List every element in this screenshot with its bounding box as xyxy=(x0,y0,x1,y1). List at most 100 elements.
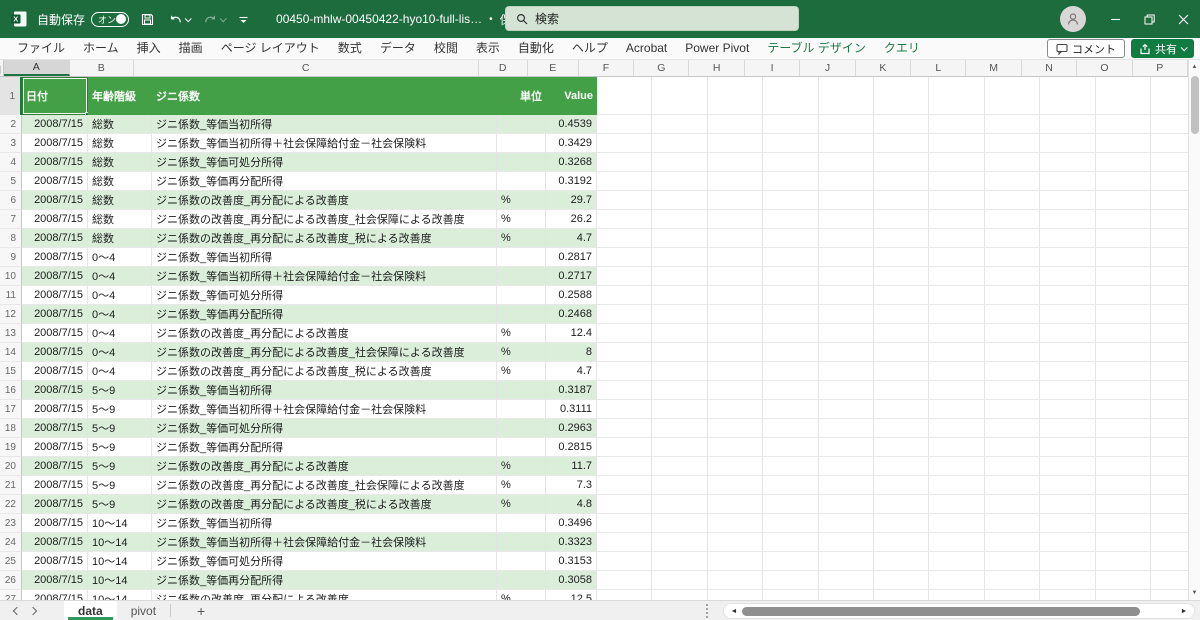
cell-empty[interactable] xyxy=(929,153,984,172)
column-header-E[interactable]: E xyxy=(528,60,579,76)
cell-empty[interactable] xyxy=(1151,514,1188,533)
cell-empty[interactable] xyxy=(652,457,707,476)
cell-empty[interactable] xyxy=(985,514,1040,533)
cell-empty[interactable] xyxy=(1151,172,1188,191)
cell-empty[interactable] xyxy=(1151,457,1188,476)
cell-age-group[interactable]: 総数 xyxy=(88,172,152,191)
cell-value[interactable]: 4.8 xyxy=(546,495,597,514)
redo-button[interactable] xyxy=(201,10,227,29)
ribbon-tab-0[interactable]: ファイル xyxy=(8,38,74,59)
cell-value[interactable]: 11.7 xyxy=(546,457,597,476)
cell-date[interactable]: 2008/7/15 xyxy=(22,229,88,248)
cell-empty[interactable] xyxy=(1096,533,1151,552)
close-button[interactable] xyxy=(1166,0,1200,38)
cell-value[interactable]: 0.3323 xyxy=(546,533,597,552)
cell-empty[interactable] xyxy=(874,77,929,115)
cell-empty[interactable] xyxy=(1151,552,1188,571)
cell-empty[interactable] xyxy=(1151,286,1188,305)
row-number[interactable]: 3 xyxy=(0,134,22,153)
cell-empty[interactable] xyxy=(985,533,1040,552)
cell-empty[interactable] xyxy=(985,248,1040,267)
cell-empty[interactable] xyxy=(929,191,984,210)
cell-empty[interactable] xyxy=(652,362,707,381)
cell-empty[interactable] xyxy=(1151,533,1188,552)
autosave-toggle[interactable]: オン xyxy=(91,12,129,27)
cell-measure[interactable]: ジニ係数_等価当初所得＋社会保障給付金－社会保険料 xyxy=(152,134,497,153)
cell-empty[interactable] xyxy=(819,495,874,514)
cell-empty[interactable] xyxy=(1151,362,1188,381)
cell-empty[interactable] xyxy=(708,115,763,134)
cell-empty[interactable] xyxy=(652,400,707,419)
cell-empty[interactable] xyxy=(597,77,652,115)
ribbon-tab-6[interactable]: データ xyxy=(371,38,425,59)
cell-empty[interactable] xyxy=(985,172,1040,191)
cell-empty[interactable] xyxy=(1040,267,1095,286)
cell-unit[interactable] xyxy=(497,153,546,172)
row-number[interactable]: 15 xyxy=(0,362,22,381)
cell-empty[interactable] xyxy=(1096,77,1151,115)
cell-age-group[interactable]: 総数 xyxy=(88,115,152,134)
ribbon-tab-3[interactable]: 描画 xyxy=(170,38,212,59)
cell-empty[interactable] xyxy=(985,267,1040,286)
cell-empty[interactable] xyxy=(708,476,763,495)
cell-age-group[interactable]: 0～4 xyxy=(88,362,152,381)
cell-empty[interactable] xyxy=(929,343,984,362)
cell-unit[interactable] xyxy=(497,419,546,438)
cell-age-group[interactable]: 総数 xyxy=(88,229,152,248)
cell-value[interactable]: 0.3192 xyxy=(546,172,597,191)
cell-date[interactable]: 2008/7/15 xyxy=(22,533,88,552)
cell-empty[interactable] xyxy=(597,590,652,600)
cell-empty[interactable] xyxy=(874,324,929,343)
cell-empty[interactable] xyxy=(819,210,874,229)
cell-date[interactable]: 2008/7/15 xyxy=(22,514,88,533)
cell-empty[interactable] xyxy=(708,305,763,324)
cell-empty[interactable] xyxy=(1040,210,1095,229)
cell-empty[interactable] xyxy=(985,324,1040,343)
cell-unit[interactable]: % xyxy=(497,229,546,248)
cell-empty[interactable] xyxy=(763,172,818,191)
cell-empty[interactable] xyxy=(1151,324,1188,343)
cell-empty[interactable] xyxy=(1040,286,1095,305)
cell-empty[interactable] xyxy=(763,229,818,248)
cell-value[interactable]: 0.3187 xyxy=(546,381,597,400)
cell-empty[interactable] xyxy=(763,286,818,305)
cell-empty[interactable] xyxy=(819,286,874,305)
cell-measure[interactable]: ジニ係数の改善度_再分配による改善度 xyxy=(152,457,497,476)
cell-empty[interactable] xyxy=(597,305,652,324)
cell-date[interactable]: 2008/7/15 xyxy=(22,590,88,600)
ribbon-tab-14[interactable]: クエリ xyxy=(875,38,929,59)
header-value-cell[interactable]: Value xyxy=(546,77,597,115)
excel-app-icon[interactable]: X xyxy=(10,10,28,28)
cell-empty[interactable] xyxy=(597,438,652,457)
cell-empty[interactable] xyxy=(1096,419,1151,438)
cell-empty[interactable] xyxy=(763,343,818,362)
cell-empty[interactable] xyxy=(1040,191,1095,210)
cell-date[interactable]: 2008/7/15 xyxy=(22,172,88,191)
share-dropdown-icon[interactable] xyxy=(1181,44,1188,51)
row-number[interactable]: 6 xyxy=(0,191,22,210)
cell-empty[interactable] xyxy=(1040,115,1095,134)
cell-empty[interactable] xyxy=(652,191,707,210)
cell-empty[interactable] xyxy=(597,248,652,267)
cell-empty[interactable] xyxy=(929,305,984,324)
cell-empty[interactable] xyxy=(652,115,707,134)
cell-empty[interactable] xyxy=(874,552,929,571)
cell-empty[interactable] xyxy=(708,571,763,590)
add-sheet-button[interactable]: + xyxy=(197,603,205,619)
cell-unit[interactable] xyxy=(497,134,546,153)
column-header-G[interactable]: G xyxy=(634,60,689,76)
cell-empty[interactable] xyxy=(929,571,984,590)
cell-empty[interactable] xyxy=(819,419,874,438)
row-number[interactable]: 11 xyxy=(0,286,22,305)
row-number[interactable]: 23 xyxy=(0,514,22,533)
ribbon-tab-2[interactable]: 挿入 xyxy=(128,38,170,59)
cell-empty[interactable] xyxy=(819,381,874,400)
cell-empty[interactable] xyxy=(597,286,652,305)
cell-age-group[interactable]: 5～9 xyxy=(88,419,152,438)
cell-value[interactable]: 0.2588 xyxy=(546,286,597,305)
cell-empty[interactable] xyxy=(763,514,818,533)
cell-empty[interactable] xyxy=(597,419,652,438)
cell-empty[interactable] xyxy=(1151,267,1188,286)
cell-date[interactable]: 2008/7/15 xyxy=(22,115,88,134)
cell-empty[interactable] xyxy=(763,191,818,210)
